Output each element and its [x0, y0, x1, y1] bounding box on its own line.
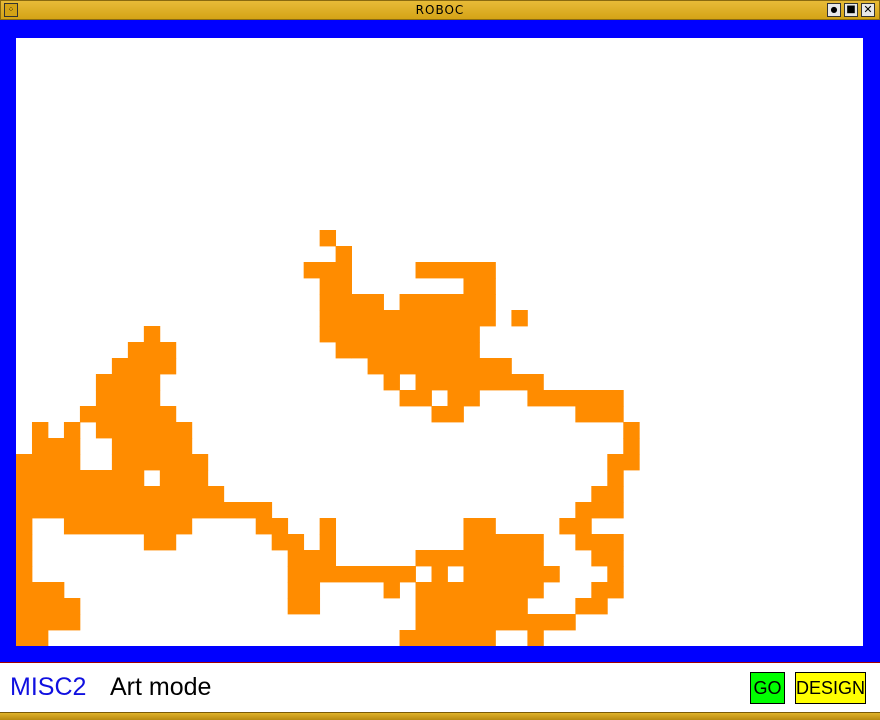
- painted-cell: [127, 342, 177, 359]
- painted-cell: [607, 454, 640, 471]
- painted-cell: [16, 454, 81, 471]
- mode-label: Art mode: [110, 673, 212, 701]
- painted-cell: [383, 582, 400, 599]
- painted-cell: [623, 422, 640, 439]
- painted-cell: [431, 566, 448, 583]
- close-icon: ✕: [863, 3, 873, 16]
- close-button[interactable]: ✕: [861, 3, 875, 17]
- painted-cell: [575, 406, 624, 423]
- painted-cell: [415, 598, 528, 615]
- program-name: MISC2: [10, 673, 87, 701]
- painted-cell: [335, 342, 352, 359]
- painted-cell: [399, 390, 432, 407]
- painted-cell: [591, 582, 624, 599]
- iconify-button[interactable]: ●: [827, 3, 841, 17]
- art-canvas[interactable]: [16, 38, 863, 646]
- painted-cell: [31, 422, 49, 439]
- painted-cell: [95, 422, 193, 439]
- painted-cell: [415, 374, 544, 391]
- go-button[interactable]: GO: [750, 672, 785, 704]
- painted-cell: [319, 518, 337, 535]
- painted-cell: [415, 550, 544, 567]
- painted-cell: [31, 438, 81, 455]
- painted-cell: [16, 582, 65, 599]
- painted-cell: [63, 518, 193, 535]
- painted-cell: [335, 246, 352, 263]
- painted-cell: [111, 358, 177, 375]
- painted-cell: [527, 630, 544, 646]
- painted-cell: [143, 534, 177, 551]
- painted-cell: [287, 566, 416, 583]
- painted-cell: [415, 262, 496, 279]
- painted-cell: [591, 486, 624, 503]
- painted-cell: [463, 566, 560, 583]
- painted-cell: [16, 470, 145, 487]
- painted-cell: [463, 534, 544, 551]
- painted-cell: [399, 630, 496, 646]
- painted-cell: [575, 534, 624, 551]
- painted-cell: [16, 550, 33, 567]
- painted-cell: [367, 358, 512, 375]
- painted-cell: [383, 374, 400, 391]
- painted-cell: [95, 374, 161, 391]
- painted-cell: [319, 230, 337, 247]
- painted-cell: [287, 550, 337, 567]
- painted-cell: [463, 278, 496, 295]
- painted-cell: [16, 534, 33, 551]
- painted-cell: [271, 534, 305, 551]
- maximize-button[interactable]: ■: [844, 3, 858, 17]
- painted-cell: [16, 630, 49, 646]
- painted-cell: [16, 486, 225, 503]
- design-button[interactable]: DESIGN: [795, 672, 866, 704]
- painted-cell: [319, 534, 337, 551]
- painted-cell: [463, 518, 496, 535]
- painted-cell: [16, 566, 33, 583]
- painted-cell: [319, 294, 384, 311]
- painted-cell: [143, 326, 161, 343]
- window-title: ROBOC: [415, 3, 465, 17]
- painted-cell: [287, 598, 321, 615]
- painted-cell: [591, 550, 624, 567]
- painted-cell: [63, 422, 81, 439]
- painted-cell: [111, 438, 193, 455]
- painted-cell: [511, 310, 528, 327]
- title-bar[interactable]: ⁘ ROBOC ● ■ ✕: [0, 0, 880, 20]
- painted-cell: [607, 566, 624, 583]
- painted-cell: [95, 390, 161, 407]
- painted-cell: [575, 502, 624, 519]
- painted-cell: [79, 406, 177, 423]
- painted-cell: [415, 614, 576, 631]
- painted-cell: [159, 470, 209, 487]
- painted-cell: [575, 598, 608, 615]
- painted-cell: [319, 310, 496, 327]
- painted-cell: [16, 518, 33, 535]
- painted-cell: [111, 454, 209, 471]
- maximize-icon: ■: [846, 4, 856, 15]
- status-bar: MISC2 Art mode GO DESIGN: [0, 663, 880, 712]
- painted-cell: [607, 470, 624, 487]
- painted-cell: [287, 582, 321, 599]
- painted-cell: [447, 390, 480, 407]
- painted-cell: [527, 390, 624, 407]
- painted-cell: [16, 502, 273, 519]
- painted-cell: [303, 262, 352, 279]
- iconify-icon: ●: [830, 5, 838, 14]
- painted-cell: [415, 582, 544, 599]
- painted-cell: [399, 294, 496, 311]
- painted-cell: [255, 518, 289, 535]
- painted-cell: [319, 278, 352, 295]
- painted-cell: [319, 326, 480, 343]
- painted-cell: [623, 438, 640, 455]
- painted-cell: [351, 342, 480, 359]
- painted-cell: [559, 518, 592, 535]
- painted-cell: [16, 614, 81, 631]
- painted-cell: [431, 406, 464, 423]
- painted-cell: [16, 598, 81, 615]
